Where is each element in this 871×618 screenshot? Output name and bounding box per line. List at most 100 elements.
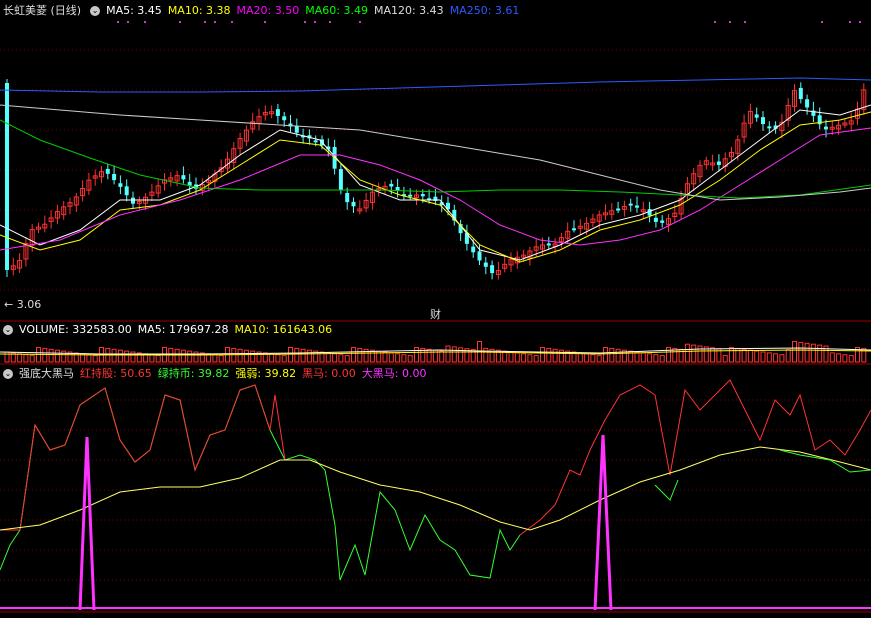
big-dark-horse-spike bbox=[593, 434, 613, 611]
strength-line bbox=[0, 446, 871, 531]
signal-dot bbox=[859, 21, 861, 23]
signal-dot bbox=[329, 21, 331, 23]
ma10-line bbox=[0, 111, 871, 263]
volume-bar bbox=[344, 355, 350, 363]
big-dark-horse-spike bbox=[78, 436, 96, 611]
price-candle-body bbox=[824, 126, 828, 130]
price-candle-body bbox=[572, 228, 576, 231]
volume-bar bbox=[546, 347, 552, 363]
price-candle-body bbox=[754, 114, 759, 118]
volume-bar bbox=[187, 350, 193, 363]
signal-dot bbox=[314, 21, 316, 23]
volume-bar bbox=[647, 353, 653, 363]
volume-bar bbox=[514, 352, 520, 363]
volume-bar bbox=[634, 351, 640, 363]
volume-bar bbox=[697, 345, 703, 363]
price-candle-body bbox=[546, 243, 551, 246]
volume-bar bbox=[653, 354, 659, 363]
volume-bar bbox=[149, 354, 155, 363]
volume-bar bbox=[4, 351, 10, 363]
volume-bar bbox=[92, 355, 98, 363]
volume-bar bbox=[124, 350, 130, 363]
volume-bar bbox=[470, 349, 476, 363]
volume-bar bbox=[180, 349, 186, 363]
volume-bar bbox=[250, 350, 256, 363]
volume-bar bbox=[659, 355, 665, 363]
volume-bar bbox=[174, 348, 180, 363]
price-candle-body bbox=[118, 183, 123, 187]
signal-dot bbox=[849, 21, 851, 23]
volume-bar bbox=[817, 344, 823, 363]
volume-bar bbox=[451, 346, 457, 363]
volume-bar bbox=[640, 352, 646, 363]
signal-dot bbox=[744, 21, 746, 23]
signal-dot bbox=[714, 21, 716, 23]
volume-bar bbox=[666, 347, 671, 363]
volume-bar bbox=[773, 353, 779, 363]
volume-bar bbox=[785, 349, 791, 363]
price-candle-body bbox=[483, 262, 488, 267]
low-price-value: 3.06 bbox=[16, 298, 42, 311]
green-hold-cash-line bbox=[779, 449, 871, 473]
low-price-marker: ← 3.06 bbox=[4, 298, 42, 311]
volume-bar bbox=[848, 355, 854, 363]
volume-bar bbox=[269, 353, 275, 363]
price-candle-body bbox=[628, 203, 633, 206]
volume-bar bbox=[300, 348, 306, 363]
volume-bar bbox=[552, 348, 558, 363]
volume-bar bbox=[294, 347, 300, 363]
price-candle-body bbox=[5, 83, 9, 270]
volume-bar bbox=[779, 354, 785, 363]
volume-bar bbox=[117, 349, 123, 363]
volume-bar bbox=[42, 347, 48, 363]
volume-bar bbox=[212, 354, 218, 363]
volume-bar bbox=[231, 347, 237, 363]
price-candle-body bbox=[181, 175, 186, 180]
volume-bar bbox=[281, 355, 287, 363]
volume-bar bbox=[527, 354, 533, 363]
volume-bar bbox=[829, 352, 835, 363]
ma60-line bbox=[0, 119, 871, 199]
volume-bar bbox=[23, 354, 29, 363]
volume-bar bbox=[351, 347, 356, 363]
volume-bar bbox=[407, 355, 413, 363]
volume-bar bbox=[747, 349, 753, 363]
volume-bar bbox=[615, 348, 621, 363]
price-candle-body bbox=[635, 205, 639, 208]
volume-bar bbox=[357, 347, 363, 363]
signal-dot bbox=[127, 21, 129, 23]
price-candle-body bbox=[275, 109, 280, 116]
volume-bar bbox=[61, 350, 67, 363]
volume-bar bbox=[810, 343, 816, 363]
volume-bar bbox=[111, 348, 117, 363]
red-hold-stock-line bbox=[519, 379, 871, 536]
volume-bar bbox=[603, 347, 608, 363]
volume-bar bbox=[798, 341, 804, 363]
volume-bar bbox=[332, 353, 338, 363]
ma120-line bbox=[0, 104, 871, 201]
volume-bar bbox=[439, 350, 445, 363]
volume-bar bbox=[684, 343, 690, 363]
volume-bar bbox=[691, 344, 697, 363]
price-candle-body bbox=[716, 161, 721, 165]
signal-dot bbox=[214, 21, 216, 23]
volume-bar bbox=[306, 349, 312, 363]
price-candle-body bbox=[798, 87, 803, 100]
price-candle-body bbox=[124, 186, 129, 196]
volume-bar bbox=[836, 353, 842, 363]
green-hold-cash-line bbox=[0, 384, 521, 581]
volume-bar bbox=[729, 347, 734, 363]
volume-bar bbox=[275, 354, 281, 363]
signal-dot bbox=[231, 21, 233, 23]
signal-dot bbox=[264, 21, 266, 23]
finance-event-marker[interactable]: 财 bbox=[430, 306, 441, 322]
price-candle-body bbox=[338, 169, 343, 190]
volume-bar bbox=[155, 355, 161, 363]
signal-dot bbox=[359, 21, 361, 23]
price-candle-body bbox=[112, 173, 117, 181]
signal-dot bbox=[729, 21, 731, 23]
signal-dot bbox=[304, 21, 306, 23]
volume-bar bbox=[414, 347, 419, 363]
price-candle-body bbox=[477, 251, 482, 261]
price-candle-body bbox=[420, 194, 425, 197]
